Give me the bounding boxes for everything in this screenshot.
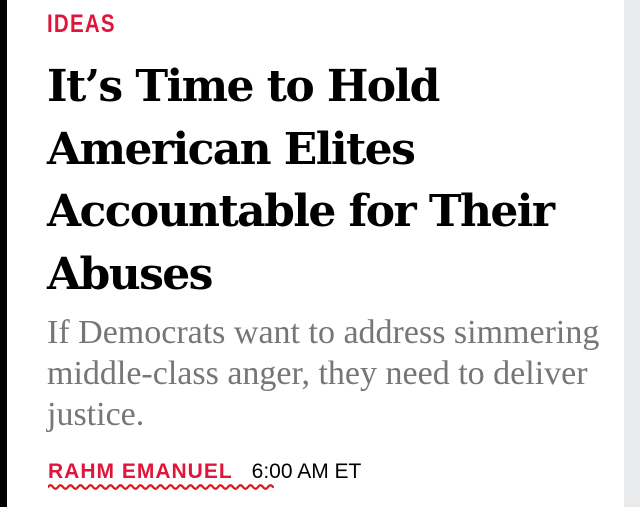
article-headline[interactable]: It’s Time to Hold American Elites Accoun… [47, 56, 607, 306]
spellcheck-underline [48, 484, 274, 490]
author-link[interactable]: RAHM EMANUEL [48, 457, 274, 490]
article-dek: If Democrats want to address simmering m… [47, 314, 600, 433]
section-label[interactable]: IDEAS [47, 9, 116, 39]
article-card: IDEAS It’s Time to Hold American Elites … [7, 0, 624, 507]
page-edge [624, 0, 640, 507]
author-name: RAHM EMANUEL [48, 460, 233, 483]
byline: RAHM EMANUEL 6:00 AM ET [48, 457, 361, 490]
